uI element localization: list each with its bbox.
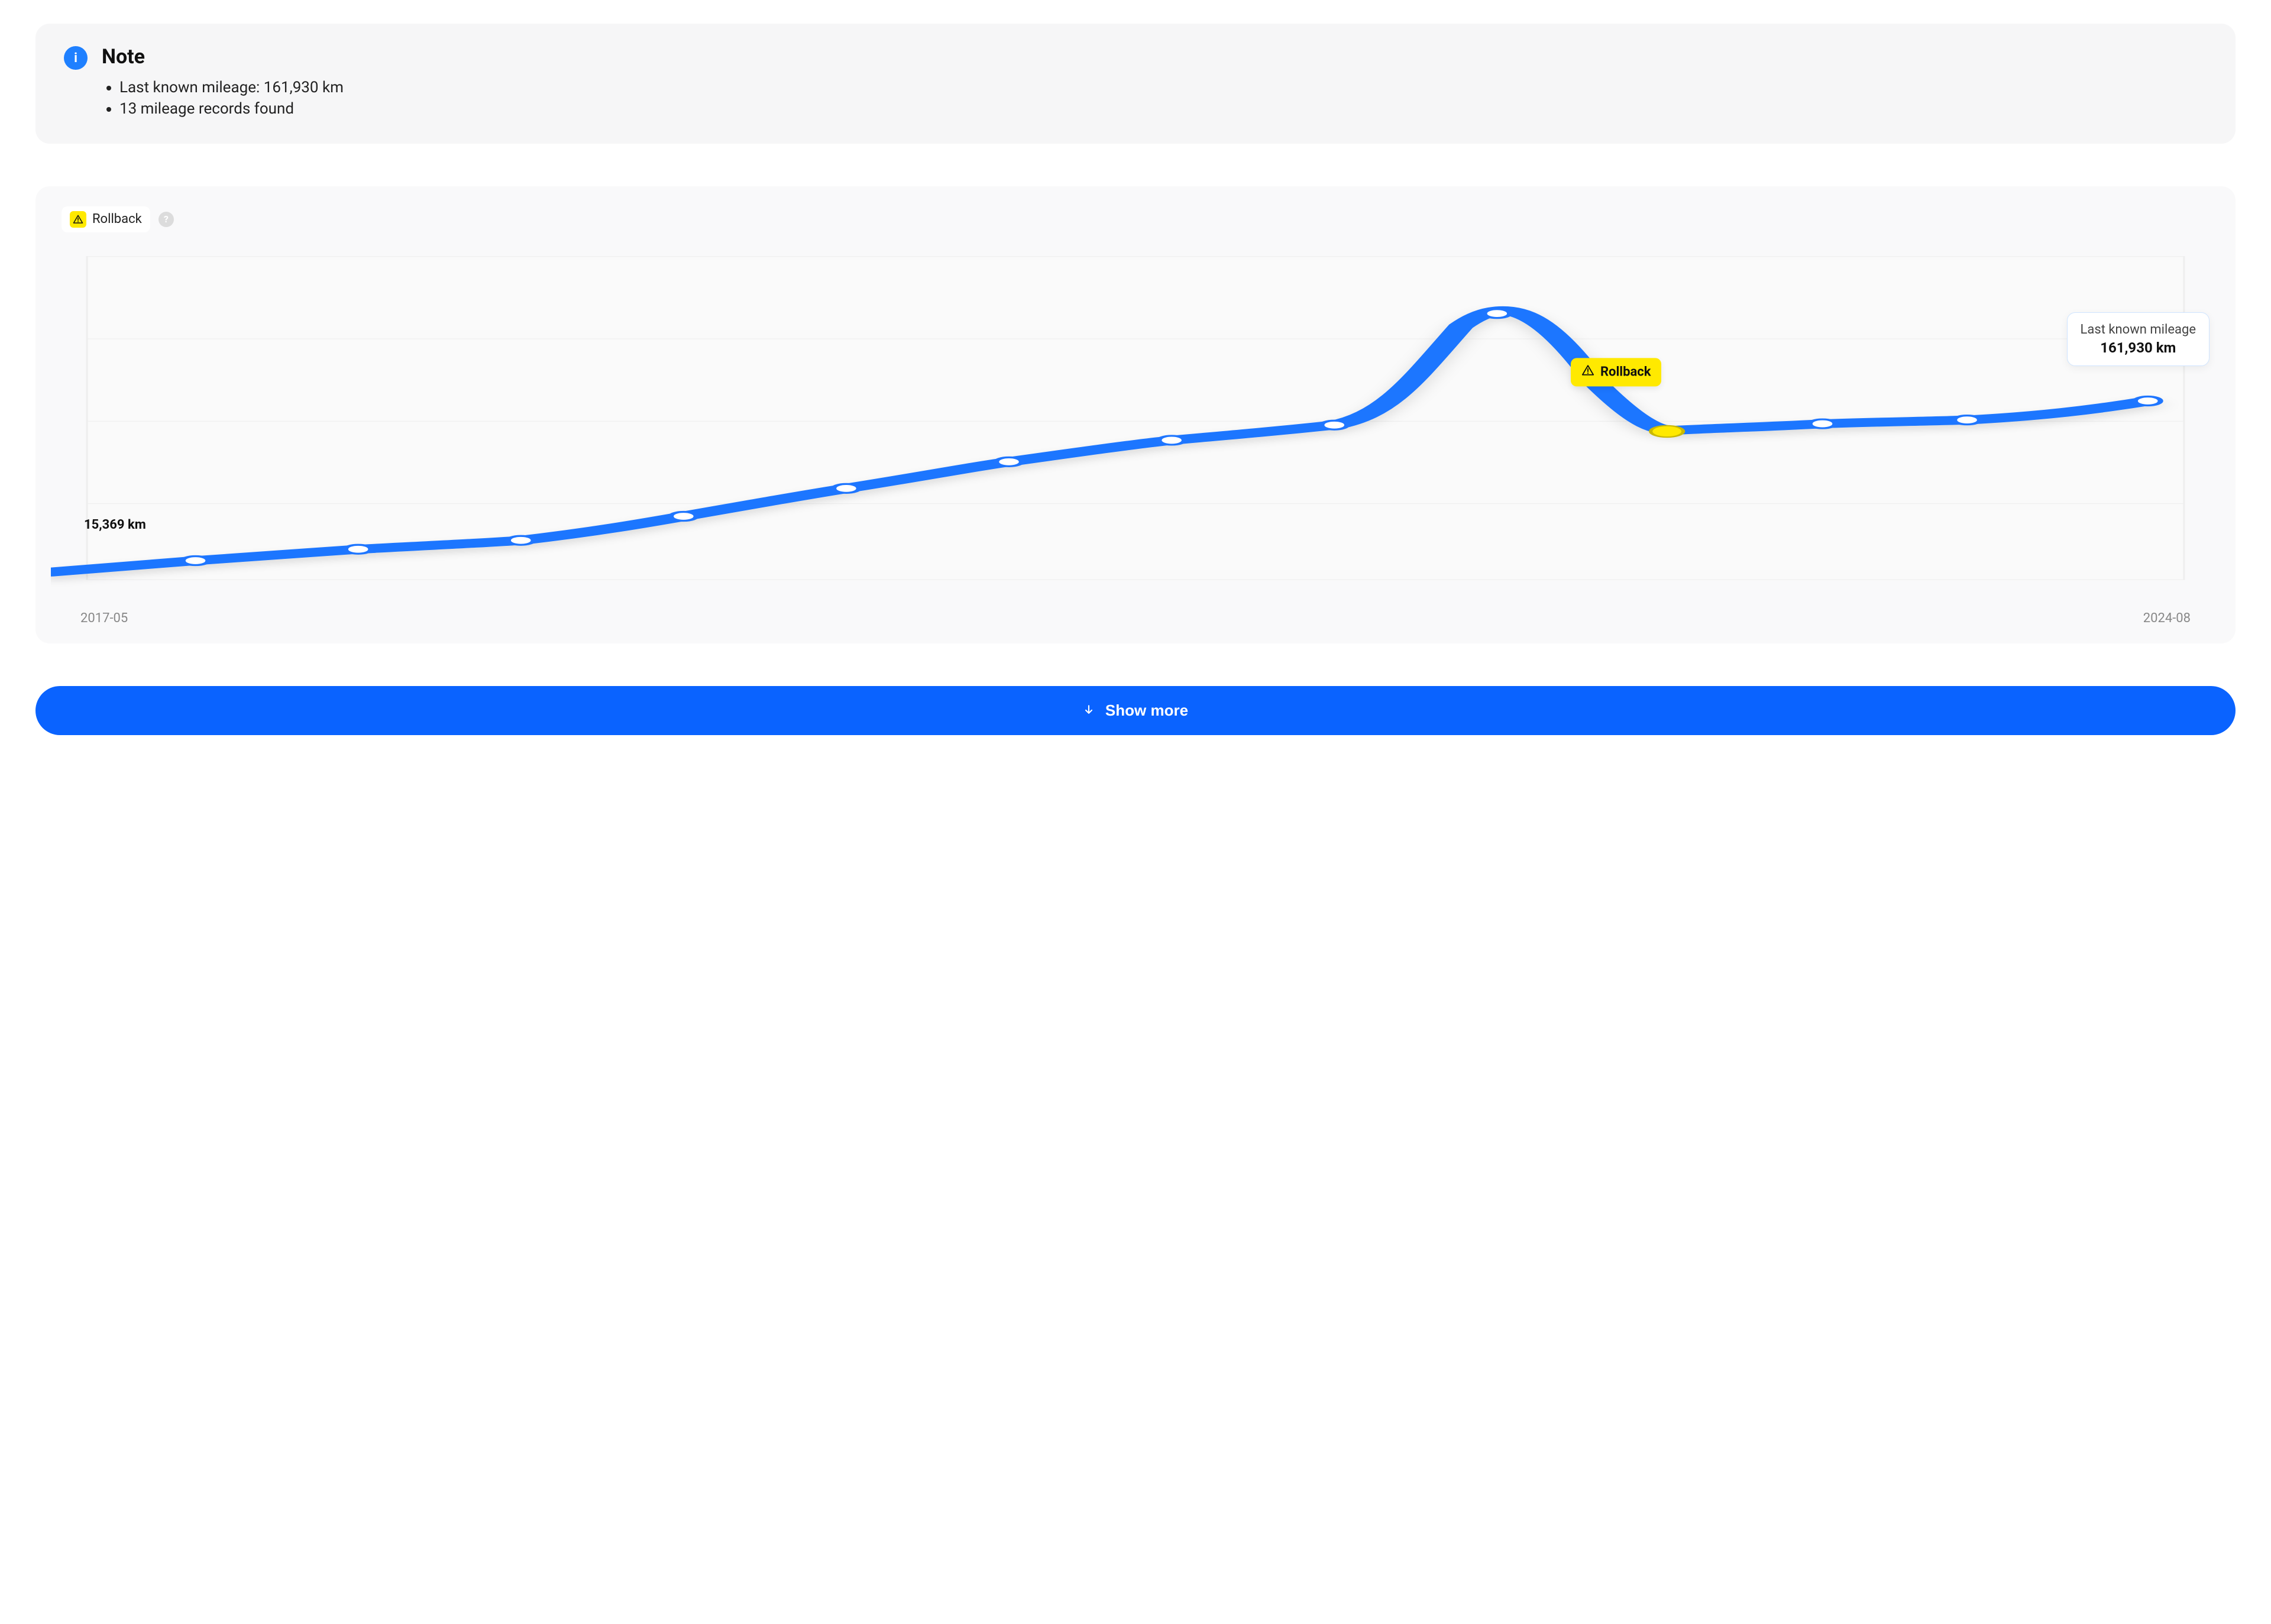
note-list-item: Last known mileage: 161,930 km (119, 77, 2207, 98)
note-card: i Note Last known mileage: 161,930 km 13… (35, 24, 2236, 144)
rollback-badge: Rollback (1571, 358, 1662, 386)
tooltip-title: Last known mileage (2081, 322, 2196, 337)
chart-legend-row: Rollback ? (51, 206, 2220, 232)
help-icon[interactable]: ? (158, 212, 174, 227)
tooltip-value: 161,930 km (2081, 339, 2196, 356)
show-more-label: Show more (1105, 701, 1188, 720)
chart-card: Rollback ? (35, 186, 2236, 643)
note-title: Note (102, 45, 2207, 69)
rollback-badge-label: Rollback (1600, 365, 1651, 380)
mileage-line-chart (51, 250, 2220, 605)
note-list-item: 13 mileage records found (119, 98, 2207, 119)
warning-icon (70, 211, 86, 228)
legend-rollback: Rollback (62, 206, 150, 232)
note-body: Note Last known mileage: 161,930 km 13 m… (102, 45, 2207, 120)
arrow-down-icon (1083, 701, 1095, 720)
first-point-label: 15,369 km (84, 517, 146, 532)
last-known-tooltip: Last known mileage 161,930 km (2067, 312, 2209, 366)
chart-area: 15,369 km Rollback Last known mileage 16… (51, 250, 2220, 605)
info-icon: i (64, 46, 88, 70)
show-more-button[interactable]: Show more (35, 686, 2236, 735)
warning-icon (1581, 364, 1594, 380)
legend-rollback-label: Rollback (92, 212, 142, 227)
note-list: Last known mileage: 161,930 km 13 mileag… (102, 77, 2207, 120)
x-axis-start: 2017-05 (80, 611, 128, 626)
x-axis-end: 2024-08 (2143, 611, 2191, 626)
x-axis-labels: 2017-05 2024-08 (51, 605, 2220, 626)
